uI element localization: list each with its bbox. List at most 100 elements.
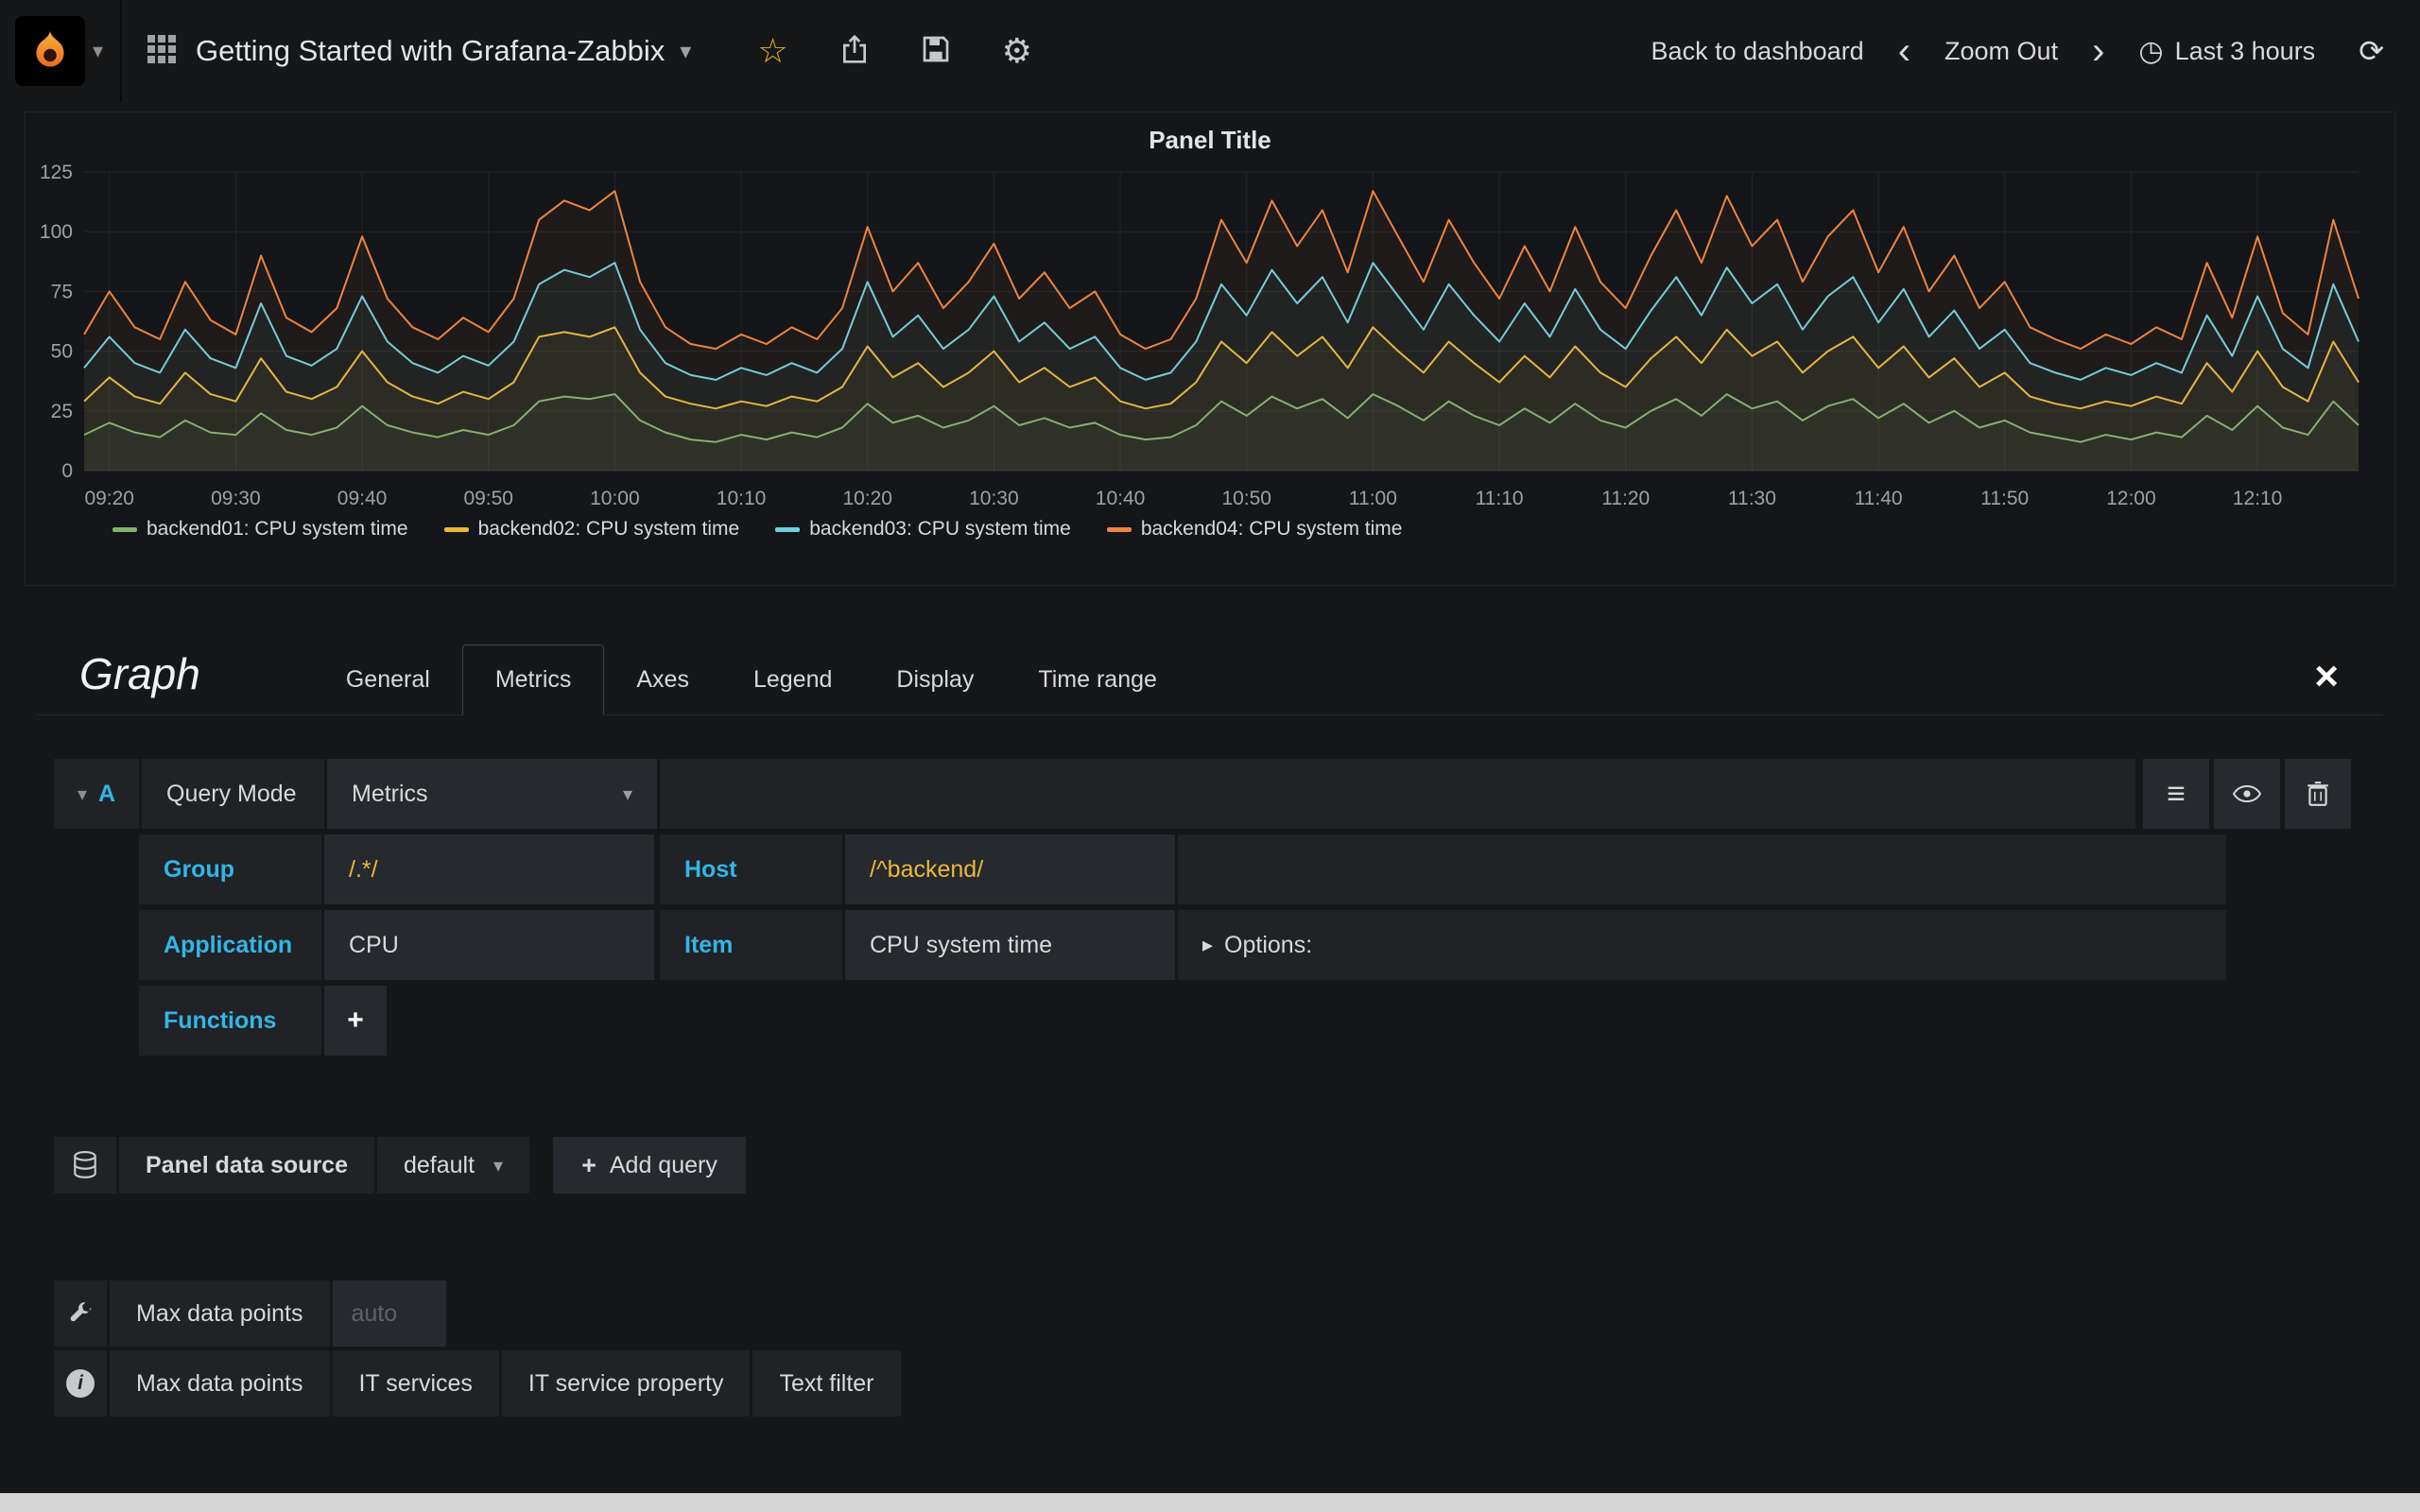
options-label: Options: bbox=[1224, 932, 1312, 959]
svg-text:10:40: 10:40 bbox=[1096, 488, 1146, 509]
legend-series-label: backend04: CPU system time bbox=[1141, 518, 1403, 541]
legend-item[interactable]: backend02: CPU system time bbox=[444, 518, 740, 541]
application-value-input[interactable]: CPU bbox=[324, 910, 654, 980]
svg-text:10:20: 10:20 bbox=[842, 488, 892, 509]
navbar-right-controls: Back to dashboard ‹ Zoom Out › ◷ Last 3 … bbox=[1651, 32, 2420, 70]
eye-icon bbox=[2233, 785, 2261, 802]
add-function-button[interactable]: + bbox=[324, 986, 387, 1056]
query-toggle-visibility-button[interactable] bbox=[2214, 759, 2280, 829]
options-caret-icon: ▸ bbox=[1202, 933, 1213, 957]
query-menu-button[interactable]: ≡ bbox=[2143, 759, 2209, 829]
dropdown-caret-icon: ▾ bbox=[623, 782, 632, 806]
info-icon: i bbox=[66, 1369, 95, 1398]
legend-series-dash-icon bbox=[1107, 527, 1132, 532]
max-data-points-row: Max data points bbox=[54, 1280, 2420, 1347]
graph-panel: Panel Title 09:2009:3009:4009:5010:0010:… bbox=[25, 112, 2395, 586]
svg-text:09:40: 09:40 bbox=[337, 488, 388, 509]
group-label: Group bbox=[139, 834, 321, 904]
svg-text:75: 75 bbox=[51, 281, 73, 302]
time-range-picker[interactable]: ◷ Last 3 hours bbox=[2138, 35, 2315, 68]
tab-display[interactable]: Display bbox=[864, 645, 1006, 714]
query-mode-dropdown[interactable]: Metrics ▾ bbox=[327, 759, 657, 829]
tab-legend[interactable]: Legend bbox=[721, 645, 864, 714]
star-icon[interactable]: ☆ bbox=[757, 31, 787, 71]
info-icon-cell: i bbox=[54, 1350, 107, 1417]
save-icon[interactable] bbox=[921, 34, 951, 69]
plus-icon: + bbox=[581, 1151, 596, 1180]
database-icon bbox=[72, 1151, 98, 1179]
query-mode-value: Metrics bbox=[352, 781, 428, 808]
share-icon[interactable] bbox=[839, 34, 870, 69]
svg-text:11:40: 11:40 bbox=[1855, 488, 1903, 509]
max-data-points-label: Max data points bbox=[110, 1280, 330, 1347]
datasource-value: default bbox=[404, 1152, 475, 1179]
top-navbar: ▾ Getting Started with Grafana-Zabbix ▾ … bbox=[0, 0, 2420, 102]
query-row-group-host: Group /.*/ Host /^backend/ bbox=[139, 834, 2229, 904]
logo-caret-icon[interactable]: ▾ bbox=[93, 39, 103, 63]
legend-item[interactable]: backend04: CPU system time bbox=[1107, 518, 1403, 541]
group-value-input[interactable]: /.*/ bbox=[324, 834, 654, 904]
time-shift-right-icon[interactable]: › bbox=[2088, 32, 2108, 70]
add-query-label: Add query bbox=[610, 1152, 717, 1179]
dashboard-title[interactable]: Getting Started with Grafana-Zabbix bbox=[196, 34, 665, 68]
back-to-dashboard-button[interactable]: Back to dashboard bbox=[1651, 37, 1864, 66]
editor-tabs: General Metrics Axes Legend Display Time… bbox=[314, 644, 1189, 714]
time-range-label: Last 3 hours bbox=[2175, 37, 2316, 66]
options-toggle[interactable]: ▸ Options: bbox=[1178, 910, 2226, 980]
refresh-icon[interactable]: ⟳ bbox=[2359, 33, 2384, 69]
close-editor-icon[interactable]: × bbox=[2314, 656, 2382, 714]
tab-axes[interactable]: Axes bbox=[604, 645, 721, 714]
grafana-flame-icon bbox=[27, 28, 73, 74]
datasource-icon-cell bbox=[54, 1137, 116, 1194]
tab-metrics[interactable]: Metrics bbox=[462, 644, 605, 715]
graph-legend: backend01: CPU system time backend02: CPU… bbox=[26, 510, 2394, 541]
zoom-out-button[interactable]: Zoom Out bbox=[1945, 37, 2058, 66]
svg-text:09:50: 09:50 bbox=[463, 488, 513, 509]
add-query-button[interactable]: + Add query bbox=[553, 1137, 746, 1194]
legend-series-label: backend03: CPU system time bbox=[809, 518, 1071, 541]
legend-series-dash-icon bbox=[112, 527, 137, 532]
query-delete-button[interactable] bbox=[2285, 759, 2351, 829]
wrench-icon bbox=[68, 1301, 93, 1326]
max-data-points-input[interactable] bbox=[333, 1280, 446, 1347]
query-row-mode: ▾ A Query Mode Metrics ▾ ≡ bbox=[54, 759, 2351, 829]
settings-gear-icon[interactable]: ⚙ bbox=[1002, 31, 1032, 71]
query-row-application-item: Application CPU Item CPU system time ▸ O… bbox=[139, 910, 2229, 980]
svg-text:11:30: 11:30 bbox=[1728, 488, 1776, 509]
item-value-input[interactable]: CPU system time bbox=[845, 910, 1175, 980]
item-label: Item bbox=[660, 910, 842, 980]
tab-general[interactable]: General bbox=[314, 645, 462, 714]
tab-max-data-points[interactable]: Max data points bbox=[110, 1350, 330, 1417]
application-label: Application bbox=[139, 910, 321, 980]
query-collapse-toggle[interactable]: ▾ A bbox=[54, 759, 139, 829]
dashboard-grid-icon[interactable] bbox=[147, 34, 177, 69]
tab-it-services[interactable]: IT services bbox=[333, 1350, 499, 1417]
svg-text:11:20: 11:20 bbox=[1601, 488, 1650, 509]
panel-editor-header: Graph General Metrics Axes Legend Displa… bbox=[38, 644, 2382, 715]
cpu-graph-svg[interactable]: 09:2009:3009:4009:5010:0010:1010:2010:30… bbox=[26, 159, 2394, 510]
datasource-select[interactable]: default ▾ bbox=[377, 1137, 529, 1194]
dashboard-title-caret-icon[interactable]: ▾ bbox=[680, 38, 691, 65]
tab-it-service-property[interactable]: IT service property bbox=[502, 1350, 751, 1417]
svg-text:09:30: 09:30 bbox=[211, 488, 261, 509]
trash-icon bbox=[2307, 781, 2329, 807]
panel-title[interactable]: Panel Title bbox=[26, 112, 2394, 155]
wrench-icon-cell bbox=[54, 1280, 107, 1347]
svg-text:09:20: 09:20 bbox=[84, 488, 134, 509]
add-row-strip[interactable] bbox=[0, 1493, 2420, 1512]
time-shift-left-icon[interactable]: ‹ bbox=[1894, 32, 1914, 70]
legend-series-dash-icon bbox=[775, 527, 800, 532]
grafana-edit-screen: ▾ Getting Started with Grafana-Zabbix ▾ … bbox=[0, 0, 2420, 1512]
legend-series-label: backend02: CPU system time bbox=[478, 518, 740, 541]
tab-time-range[interactable]: Time range bbox=[1006, 645, 1189, 714]
grafana-logo[interactable] bbox=[15, 16, 85, 86]
legend-item[interactable]: backend03: CPU system time bbox=[775, 518, 1071, 541]
panel-type-label: Graph bbox=[38, 648, 200, 714]
svg-text:12:00: 12:00 bbox=[2106, 488, 2156, 509]
tab-text-filter[interactable]: Text filter bbox=[752, 1350, 900, 1417]
host-value-input[interactable]: /^backend/ bbox=[845, 834, 1175, 904]
legend-item[interactable]: backend01: CPU system time bbox=[112, 518, 408, 541]
legend-series-label: backend01: CPU system time bbox=[147, 518, 408, 541]
hamburger-icon: ≡ bbox=[2167, 776, 2186, 813]
query-mode-label: Query Mode bbox=[142, 759, 324, 829]
